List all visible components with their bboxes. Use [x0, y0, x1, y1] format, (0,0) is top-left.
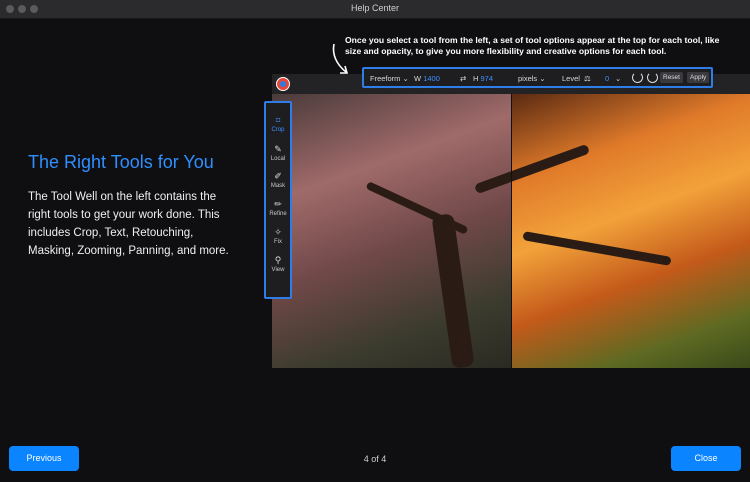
- page-indicator: 4 of 4: [363, 454, 387, 464]
- tool-label: Fix: [274, 239, 282, 245]
- swap-dimensions-icon[interactable]: ⇄: [460, 74, 466, 83]
- tool-mask[interactable]: ✐ Mask: [266, 171, 290, 189]
- height-field[interactable]: H 974: [473, 74, 493, 83]
- photo-before: [272, 94, 511, 368]
- tool-options-bar: Freeform ⌄ W 1400 ⇄ H 974 pixels ⌄ Level…: [362, 67, 713, 88]
- fix-icon: ✧: [274, 227, 282, 237]
- tool-label: View: [271, 267, 285, 273]
- chevron-down-icon: ⌄: [539, 74, 546, 83]
- preset-value: Freeform: [370, 74, 401, 83]
- window-title: Help Center: [350, 3, 400, 13]
- level-icon: ⚖: [584, 74, 591, 83]
- reset-button[interactable]: Reset: [660, 72, 683, 83]
- rotate-left-icon[interactable]: [632, 72, 643, 83]
- rotate-right-icon[interactable]: [647, 72, 658, 83]
- tool-label: Refine: [269, 211, 287, 217]
- height-value: 974: [480, 74, 494, 83]
- level-value[interactable]: 0: [605, 74, 609, 83]
- tool-label: Local: [270, 156, 286, 162]
- crop-icon: ⌗: [275, 115, 281, 125]
- before-after-photo: [272, 94, 750, 368]
- tool-view[interactable]: ⚲ View: [266, 255, 290, 273]
- page-heading: The Right Tools for You: [28, 152, 214, 172]
- preset-dropdown[interactable]: Freeform ⌄: [370, 74, 409, 83]
- compare-divider[interactable]: [511, 94, 512, 368]
- height-label: H: [473, 74, 479, 83]
- tool-well: ⌗ Crop ✎ Local ✐ Mask ✏ Refine ✧ Fix ⚲ V…: [264, 101, 292, 299]
- chevron-down-icon: ⌄: [402, 74, 409, 83]
- level-label: Level: [562, 74, 580, 83]
- tool-local[interactable]: ✎ Local: [266, 144, 290, 162]
- chevron-down-icon[interactable]: ⌄: [615, 74, 621, 83]
- refine-brush-icon: ✏: [274, 199, 282, 209]
- units-dropdown[interactable]: pixels ⌄: [518, 74, 546, 83]
- tool-fix[interactable]: ✧ Fix: [266, 227, 290, 245]
- tool-label: Crop: [271, 127, 285, 133]
- local-brush-icon: ✎: [274, 144, 282, 154]
- app-logo-icon: [276, 77, 290, 91]
- title-bar: Help Center: [0, 0, 750, 19]
- tool-label: Mask: [270, 183, 286, 189]
- photo-after: [511, 94, 750, 368]
- width-label: W: [414, 74, 422, 83]
- units-value: pixels: [518, 74, 538, 83]
- apply-button[interactable]: Apply: [687, 72, 710, 83]
- width-value: 1400: [423, 74, 440, 83]
- tool-refine[interactable]: ✏ Refine: [266, 199, 290, 217]
- tool-crop[interactable]: ⌗ Crop: [266, 115, 290, 133]
- page-body-text: The Tool Well on the left contains the r…: [28, 191, 229, 257]
- mask-brush-icon: ✐: [274, 171, 282, 181]
- tool-options-callout: Once you select a tool from the left, a …: [345, 35, 720, 56]
- close-button[interactable]: Close: [671, 446, 741, 471]
- magnifier-icon: ⚲: [274, 255, 282, 265]
- width-field[interactable]: W 1400: [414, 74, 440, 83]
